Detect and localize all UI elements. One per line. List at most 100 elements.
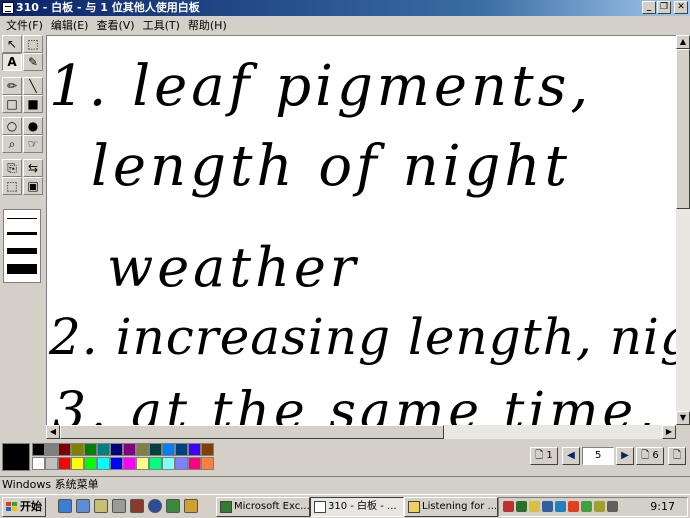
- color-swatch[interactable]: [45, 443, 58, 456]
- line-width-2[interactable]: [7, 232, 37, 235]
- lock-contents-icon[interactable]: ⎘: [2, 159, 22, 177]
- color-swatch[interactable]: [201, 443, 214, 456]
- scroll-up-button[interactable]: ▲: [676, 35, 690, 49]
- canvas-text-line-3: weather: [107, 236, 360, 299]
- first-page-button[interactable]: 🗋 1: [530, 447, 558, 465]
- show-desktop-icon[interactable]: [94, 499, 108, 513]
- tray-app-icon[interactable]: [503, 501, 514, 512]
- color-swatch[interactable]: [123, 443, 136, 456]
- window-titlebar[interactable]: 310 - 白板 - 与 1 位其他人使用白板 _ ❐ ✕: [0, 0, 690, 16]
- color-swatch[interactable]: [71, 457, 84, 470]
- internet-explorer-icon[interactable]: [58, 499, 72, 513]
- color-swatch[interactable]: [136, 443, 149, 456]
- color-swatch[interactable]: [188, 457, 201, 470]
- task-folder[interactable]: Listening for ...: [404, 497, 498, 517]
- color-swatch[interactable]: [32, 443, 45, 456]
- tray-extra-icon[interactable]: [607, 501, 618, 512]
- hand-remote-pointer-icon[interactable]: ☞: [23, 135, 43, 153]
- whiteboard-app-icon[interactable]: [2, 2, 14, 14]
- color-swatch[interactable]: [45, 457, 58, 470]
- pen-icon[interactable]: ✏: [2, 77, 22, 95]
- line-width-selector[interactable]: [3, 209, 41, 283]
- rectangle-filled-icon[interactable]: ■: [23, 95, 43, 113]
- tray-monitor-icon[interactable]: [516, 501, 527, 512]
- last-page-label: 6: [652, 450, 659, 461]
- quicklaunch-game-icon[interactable]: [130, 499, 144, 513]
- quicklaunch-player-icon[interactable]: [148, 499, 162, 513]
- color-swatch[interactable]: [110, 443, 123, 456]
- color-swatch[interactable]: [149, 457, 162, 470]
- color-swatch[interactable]: [136, 457, 149, 470]
- menu-help[interactable]: 帮助(H): [186, 17, 233, 33]
- line-width-3[interactable]: [7, 248, 37, 254]
- scroll-down-button[interactable]: ▼: [676, 411, 690, 425]
- color-swatch[interactable]: [149, 443, 162, 456]
- color-swatch[interactable]: [162, 457, 175, 470]
- menu-view[interactable]: 查看(V): [94, 17, 140, 33]
- select-area-icon[interactable]: ⬚: [2, 177, 22, 195]
- menu-tools[interactable]: 工具(T): [141, 17, 186, 33]
- current-page-field[interactable]: 5: [582, 447, 614, 465]
- tray-antivirus-icon[interactable]: [568, 501, 579, 512]
- vertical-scrollbar[interactable]: ▲ ▼: [676, 35, 690, 425]
- whiteboard-canvas[interactable]: 1. leaf pigments, length of night weathe…: [46, 35, 676, 425]
- scroll-left-button[interactable]: ◀: [46, 425, 60, 439]
- last-page-button[interactable]: 🗋 6: [636, 447, 664, 465]
- color-swatch[interactable]: [97, 443, 110, 456]
- clock[interactable]: 9:17: [650, 500, 675, 513]
- color-swatch[interactable]: [58, 443, 71, 456]
- minimize-button[interactable]: _: [642, 1, 656, 14]
- line-tool-icon[interactable]: ╲: [23, 77, 43, 95]
- first-page-label: 1: [546, 450, 553, 461]
- horizontal-scroll-thumb[interactable]: [60, 425, 444, 439]
- color-swatch[interactable]: [175, 443, 188, 456]
- horizontal-scrollbar[interactable]: ◀ ▶: [46, 425, 676, 439]
- select-arrow-icon[interactable]: ↖: [2, 35, 22, 53]
- color-swatch[interactable]: [110, 457, 123, 470]
- volume-icon[interactable]: [529, 501, 540, 512]
- text-tool-icon[interactable]: A: [2, 53, 22, 71]
- scroll-right-button[interactable]: ▶: [662, 425, 676, 439]
- color-swatch[interactable]: [71, 443, 84, 456]
- menu-file[interactable]: 文件(F): [4, 17, 49, 33]
- color-swatch[interactable]: [58, 457, 71, 470]
- tray-connection-icon[interactable]: [555, 501, 566, 512]
- highlighter-icon[interactable]: ✎: [23, 53, 43, 71]
- tray-update-icon[interactable]: [594, 501, 605, 512]
- tray-chat-icon[interactable]: [581, 501, 592, 512]
- color-swatch[interactable]: [123, 457, 136, 470]
- ellipse-filled-icon[interactable]: ●: [23, 117, 43, 135]
- color-swatch[interactable]: [162, 443, 175, 456]
- vertical-scroll-thumb[interactable]: [676, 49, 690, 209]
- insert-page-button[interactable]: 🗋: [668, 447, 686, 465]
- menu-edit[interactable]: 编辑(E): [49, 17, 95, 33]
- color-swatch[interactable]: [84, 457, 97, 470]
- quicklaunch-app-icon[interactable]: [112, 499, 126, 513]
- task-excel[interactable]: Microsoft Exc...: [216, 497, 310, 517]
- rectangle-outline-icon[interactable]: □: [2, 95, 22, 113]
- zoom-icon[interactable]: ⌕: [2, 135, 22, 153]
- quicklaunch-tool-icon[interactable]: [184, 499, 198, 513]
- select-window-icon[interactable]: ▣: [23, 177, 43, 195]
- close-button[interactable]: ✕: [674, 1, 688, 14]
- zoom-select-icon[interactable]: ⬚: [23, 35, 43, 53]
- color-swatch[interactable]: [188, 443, 201, 456]
- color-swatch[interactable]: [97, 457, 110, 470]
- color-swatch[interactable]: [175, 457, 188, 470]
- ellipse-outline-icon[interactable]: ○: [2, 117, 22, 135]
- tray-network-icon[interactable]: [542, 501, 553, 512]
- start-button[interactable]: 开始: [2, 497, 46, 517]
- color-swatch[interactable]: [201, 457, 214, 470]
- color-swatch[interactable]: [32, 457, 45, 470]
- next-page-button[interactable]: ▶: [616, 447, 634, 465]
- line-width-4[interactable]: [7, 264, 37, 274]
- outlook-express-icon[interactable]: [76, 499, 90, 513]
- previous-page-button[interactable]: ◀: [562, 447, 580, 465]
- color-swatch[interactable]: [84, 443, 97, 456]
- quicklaunch-media-icon[interactable]: [166, 499, 180, 513]
- task-whiteboard[interactable]: 310 - 白板 - ...: [310, 497, 404, 517]
- canvas-text-line-2: length of night: [91, 134, 571, 199]
- restore-button[interactable]: ❐: [657, 1, 671, 14]
- line-width-1[interactable]: [7, 218, 37, 219]
- synchronize-icon[interactable]: ⇆: [23, 159, 43, 177]
